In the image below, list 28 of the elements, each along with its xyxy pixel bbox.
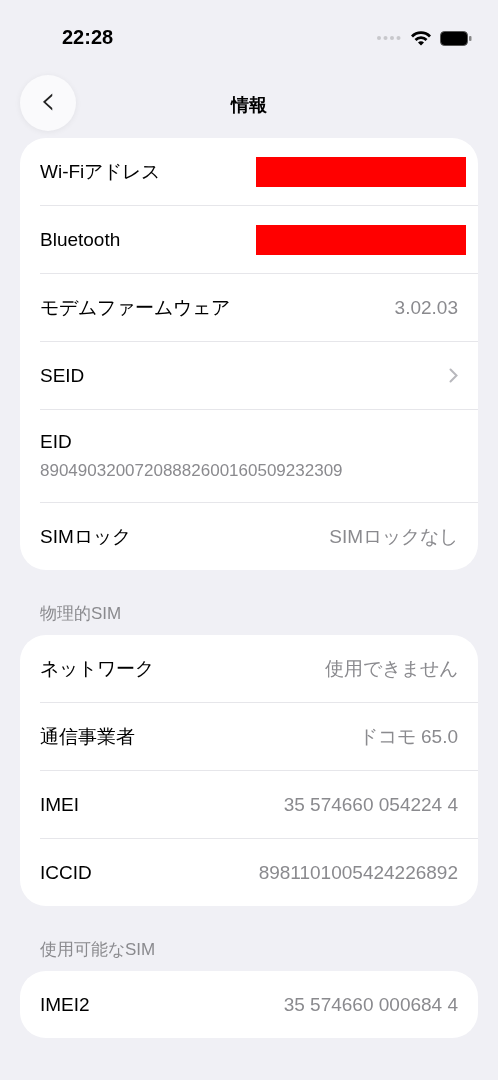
status-time: 22:28: [62, 26, 114, 49]
row-label: ネットワーク: [40, 656, 154, 681]
section-header: 物理的SIM: [39, 603, 123, 625]
page-title: 情報: [231, 94, 267, 117]
battery-icon: [440, 30, 472, 46]
row-label: EID: [40, 431, 72, 453]
signal-icon: [376, 35, 402, 41]
row-value: 8981101005424226892: [258, 861, 458, 884]
back-button[interactable]: ‹: [20, 75, 76, 131]
row-label: IMEI: [40, 793, 80, 816]
row-label: 通信事業者: [40, 724, 135, 749]
wifi-icon: [410, 30, 432, 46]
row-label[interactable]: SEID: [40, 364, 85, 387]
row-label: ICCID: [40, 861, 92, 884]
row-label: Bluetooth: [40, 228, 121, 251]
row-value: ドコモ 65.0: [358, 724, 458, 749]
row-label: IMEI2: [40, 993, 90, 1016]
row-value: 35 574660 054224 4: [283, 793, 458, 816]
row-label: モデムファームウェア: [40, 295, 230, 320]
chevron-icon[interactable]: [449, 368, 458, 383]
row-value: 使用できません: [325, 656, 458, 681]
row-value: SIMロックなし: [329, 524, 458, 549]
row-label: SIMロック: [40, 524, 131, 549]
row-value: 35 574660 000684 4: [283, 993, 458, 1016]
row-label: Wi-Fiアドレス: [40, 159, 161, 184]
row-value: 3.02.03: [394, 296, 458, 319]
section-header: 使用可能なSIM: [39, 939, 157, 961]
row-value: 89049032007208882600160509232309: [40, 461, 343, 481]
